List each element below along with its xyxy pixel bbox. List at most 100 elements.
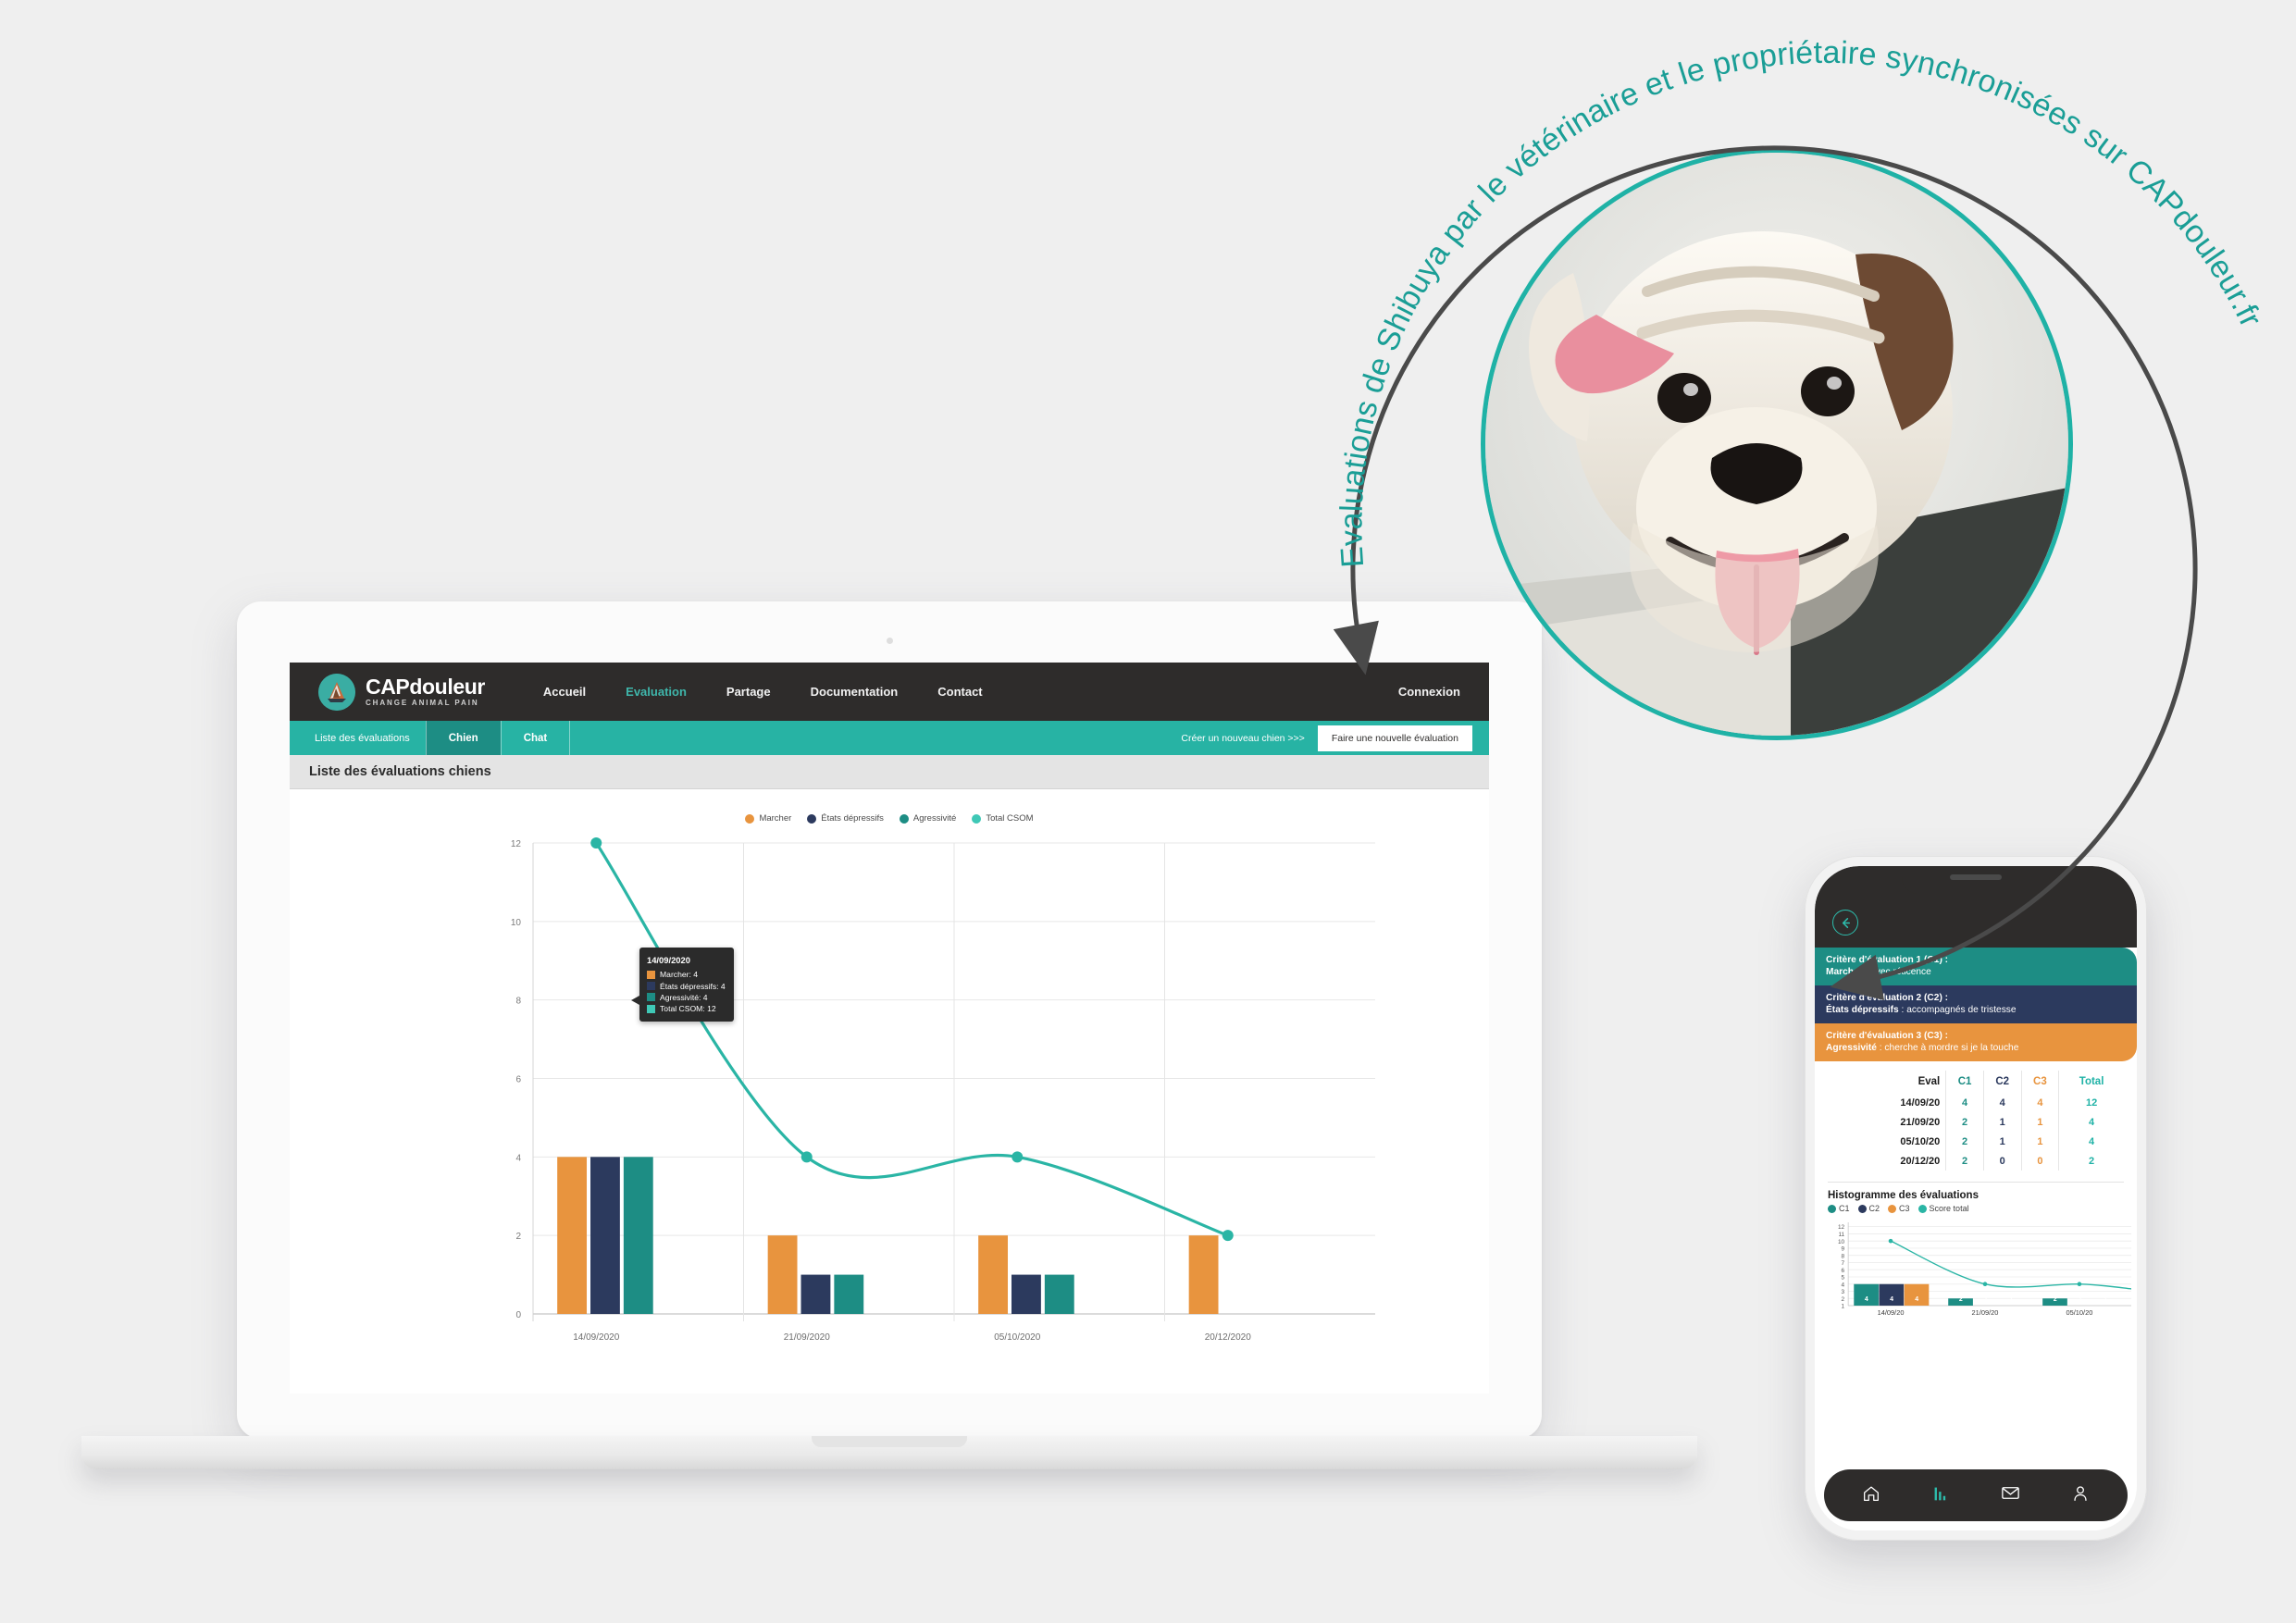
evaluations-chart: Marcher États dépressifs Agressivité Tot… [290,789,1489,1394]
col-header-c3: C3 [2020,1071,2059,1093]
arc-label: Evaluations de Shibuya par le vétérinair… [1334,35,2268,569]
cell-c2: 0 [1982,1151,2022,1171]
tooltip-swatch-agressivite [647,993,655,1002]
home-icon[interactable] [1861,1483,1881,1508]
bar-chart-icon[interactable] [1930,1483,1951,1508]
cell-eval: 20/12/20 [1900,1155,1941,1167]
phone-legend-item-c1[interactable]: C1 [1828,1204,1850,1213]
table-row[interactable]: 20/12/20 2 0 0 2 [1828,1151,2124,1171]
nav-item-documentation[interactable]: Documentation [811,685,899,699]
phone-legend-item-c2[interactable]: C2 [1857,1204,1880,1213]
phone-legend-item-c3[interactable]: C3 [1888,1204,1910,1213]
brand-douleur: douleur [409,675,485,699]
cell-c3: 1 [2020,1132,2059,1151]
svg-text:10: 10 [511,918,522,928]
nav-item-partage[interactable]: Partage [726,685,771,699]
svg-text:11: 11 [1838,1232,1844,1238]
criterion-c3-title: Critère d'évaluation 3 (C3) : [1826,1031,1949,1041]
cell-c3: 4 [2020,1093,2059,1112]
svg-text:12: 12 [511,839,522,849]
svg-text:21/09/2020: 21/09/2020 [784,1332,830,1343]
laptop-screen: CAPdouleur CHANGE ANIMAL PAIN Accueil Ev… [290,663,1489,1394]
criterion-c3-value: : cherche à mordre si je la touche [1876,1043,2019,1053]
criterion-card-c2: Critère d'évaluation 2 (C2) : États dépr… [1815,985,2137,1023]
svg-text:2: 2 [515,1232,521,1242]
tab-chien[interactable]: Chien [425,721,501,755]
nav-links: Accueil Evaluation Partage Documentation… [543,685,983,699]
svg-text:4: 4 [1915,1296,1918,1303]
svg-text:2: 2 [2054,1296,2057,1303]
laptop-base-notch [812,1436,967,1447]
table-header-row: Eval C1 C2 C3 Total [1828,1071,2124,1093]
svg-text:7: 7 [1842,1260,1845,1267]
phone-bottom-nav [1824,1469,2128,1521]
nav-item-evaluation[interactable]: Evaluation [626,685,687,699]
arc-arrow [1353,148,2195,983]
svg-text:1: 1 [2079,1296,2082,1303]
cell-total: 12 [2058,1093,2124,1112]
tooltip-row-total-csom: Total CSOM: 12 [647,1003,726,1014]
cell-eval: 21/09/20 [1900,1116,1941,1128]
cell-eval: 05/10/20 [1900,1135,1941,1147]
svg-text:1: 1 [1842,1304,1845,1310]
brand-cap: CAP [366,675,410,699]
nav-item-contact[interactable]: Contact [937,685,982,699]
evaluations-table-el: Eval C1 C2 C3 Total 14/09/20 4 4 4 12 21… [1828,1071,2124,1171]
capdouleur-logo-icon [318,673,355,711]
phone-chart-canvas: 1211109876543214 4 414/09/202 1 121/09/202 1 1… [1838,1222,2134,1317]
cell-c3: 0 [2020,1151,2059,1171]
tooltip-row-marcher: Marcher: 4 [647,969,726,980]
annotation-circle: Evaluations de Shibuya par le vétérinair… [1314,35,2268,990]
col-header-total: Total [2058,1071,2124,1093]
svg-text:6: 6 [515,1075,521,1085]
criterion-c2-name: États dépressifs [1826,1005,1899,1015]
criterion-card-c3: Critère d'évaluation 3 (C3) : Agressivit… [1815,1023,2137,1061]
create-dog-link[interactable]: Créer un nouveau chien >>> [1181,733,1304,744]
cell-c2: 1 [1982,1132,2022,1151]
subbar-title: Liste des évaluations [315,732,410,744]
evaluations-table: Eval C1 C2 C3 Total 14/09/20 4 4 4 12 21… [1815,1061,2137,1174]
phone-legend-swatch-c3 [1888,1204,1897,1213]
col-header-c1: C1 [1945,1071,1984,1093]
envelope-icon[interactable] [2000,1482,2021,1508]
svg-text:4: 4 [515,1153,521,1163]
svg-text:14/09/20: 14/09/20 [1878,1308,1905,1317]
tooltip-label-etats-depressifs: États dépressifs: 4 [660,981,726,991]
svg-text:8: 8 [1842,1253,1845,1259]
svg-text:6: 6 [1842,1268,1845,1274]
col-header-eval: Eval [1917,1076,1941,1087]
cell-c1: 4 [1945,1093,1984,1112]
table-row[interactable]: 21/09/20 2 1 1 4 [1828,1112,2124,1132]
table-row[interactable]: 14/09/20 4 4 4 12 [1828,1093,2124,1112]
nav-item-accueil[interactable]: Accueil [543,685,586,699]
phone-legend-swatch-c2 [1857,1204,1867,1213]
cell-c2: 4 [1982,1093,2022,1112]
tooltip-title: 14/09/2020 [647,955,690,965]
brand-text: CAPdouleur CHANGE ANIMAL PAIN [366,676,485,707]
svg-text:5: 5 [1842,1275,1845,1282]
brand-subtitle: CHANGE ANIMAL PAIN [366,699,479,707]
table-row[interactable]: 05/10/20 2 1 1 4 [1828,1132,2124,1151]
svg-text:9: 9 [1842,1246,1845,1253]
cell-total: 4 [2058,1132,2124,1151]
app-navbar: CAPdouleur CHANGE ANIMAL PAIN Accueil Ev… [290,663,1489,721]
svg-text:20/12/2020: 20/12/2020 [1205,1332,1251,1343]
svg-text:12: 12 [1838,1224,1845,1231]
phone-legend-item-score-total[interactable]: Score total [1917,1204,1969,1213]
brand-title: CAPdouleur [366,676,485,698]
criterion-c3-desc: Agressivité : cherche à mordre si je la … [1826,1043,2126,1053]
cell-c2: 1 [1982,1112,2022,1132]
svg-text:4: 4 [1842,1282,1845,1288]
phone-legend-label-score-total: Score total [1929,1204,1969,1213]
person-icon[interactable] [2070,1483,2091,1508]
svg-text:14/09/2020: 14/09/2020 [573,1332,619,1343]
svg-text:3: 3 [1842,1289,1845,1295]
chart-canvas: 0 2 4 6 8 10 12 14/09/2020 21/09/2020 05/10/2020 2… [511,837,1375,1343]
cell-total: 4 [2058,1112,2124,1132]
tab-chat[interactable]: Chat [500,721,571,755]
tooltip-row-etats-depressifs: États dépressifs: 4 [647,981,726,992]
svg-text:2: 2 [1959,1296,1963,1303]
criterion-c2-desc: États dépressifs : accompagnés de triste… [1826,1005,2126,1015]
laptop-base [81,1436,1697,1469]
brand-logo[interactable]: CAPdouleur CHANGE ANIMAL PAIN [318,673,485,711]
